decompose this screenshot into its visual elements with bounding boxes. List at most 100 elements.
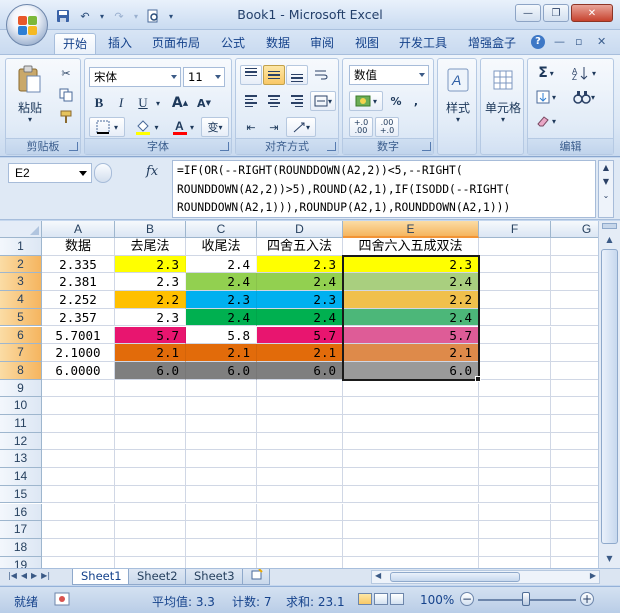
scroll-down-icon[interactable]: ▼: [599, 175, 613, 189]
cell-b11[interactable]: [115, 415, 186, 433]
sort-filter-icon[interactable]: A Z ▾: [564, 63, 604, 83]
align-center-icon[interactable]: [263, 91, 285, 111]
cell-e17[interactable]: [343, 521, 479, 539]
row-header-8[interactable]: 8: [0, 361, 42, 380]
cell-f14[interactable]: [479, 468, 551, 486]
cell-d16[interactable]: [257, 503, 343, 522]
restore-button[interactable]: ❐: [543, 4, 569, 22]
horizontal-scrollbar[interactable]: ◀ ▶: [371, 570, 600, 584]
cell-d7[interactable]: 2.1: [257, 344, 343, 362]
cell-a6[interactable]: 5.7001: [42, 326, 115, 345]
cell-e2[interactable]: 2.3: [343, 255, 479, 274]
cell-c6[interactable]: 5.8: [186, 326, 257, 345]
cell-b17[interactable]: [115, 521, 186, 539]
decrease-decimal-button[interactable]: .00 +.0: [375, 117, 399, 137]
cell-d2[interactable]: 2.3: [257, 255, 343, 274]
cell-g6[interactable]: [551, 327, 598, 345]
cell-a4[interactable]: 2.252: [42, 291, 115, 309]
zoom-out-icon[interactable]: −: [460, 592, 474, 606]
cell-c8[interactable]: 6.0: [186, 361, 257, 380]
office-button[interactable]: [6, 4, 48, 46]
paste-dropdown-icon[interactable]: ▾: [20, 115, 40, 124]
tab-developer[interactable]: 开发工具: [391, 33, 455, 54]
cell-a17[interactable]: [42, 521, 115, 539]
font-color-button[interactable]: A ▾: [167, 117, 199, 137]
cell-d13[interactable]: [257, 450, 343, 469]
cell-c14[interactable]: [186, 468, 257, 486]
tab-home[interactable]: 开始: [54, 33, 97, 54]
zoom-level[interactable]: 100%: [420, 593, 454, 607]
row-header-10[interactable]: 10: [0, 397, 42, 415]
row-header-11[interactable]: 11: [0, 415, 42, 433]
scroll-right-icon[interactable]: ▶: [590, 571, 596, 580]
column-header-e[interactable]: E: [343, 221, 479, 238]
cell-f2[interactable]: [479, 255, 551, 274]
font-size-select[interactable]: 11: [183, 67, 225, 87]
phonetic-button[interactable]: 变 ▾: [201, 117, 229, 137]
cell-g5[interactable]: [551, 309, 598, 327]
cell-g8[interactable]: [551, 362, 598, 380]
styles-button[interactable]: 样式: [438, 99, 478, 116]
cell-g18[interactable]: [551, 539, 598, 557]
cell-g9[interactable]: [551, 380, 598, 398]
row-header-12[interactable]: 12: [0, 432, 42, 451]
cell-b2[interactable]: 2.3: [115, 255, 186, 274]
wrap-text-icon[interactable]: [310, 65, 332, 85]
cell-e12[interactable]: [343, 432, 479, 451]
cell-g4[interactable]: [551, 291, 598, 309]
worksheet-grid[interactable]: A B C D E F G 1 数据 去尾法 收尾法 四舍五入法 四舍六入五成双法 2 2.335 2.3 2.…: [0, 221, 598, 568]
tab-review[interactable]: 审阅: [302, 33, 342, 54]
horizontal-scroll-thumb[interactable]: [390, 572, 520, 582]
name-box[interactable]: E2: [8, 163, 92, 183]
cell-g15[interactable]: [551, 486, 598, 504]
cell-a14[interactable]: [42, 468, 115, 486]
cell-f17[interactable]: [479, 521, 551, 539]
cell-d5[interactable]: 2.4: [257, 308, 343, 327]
cell-c10[interactable]: [186, 397, 257, 415]
cell-d10[interactable]: [257, 397, 343, 415]
cell-b13[interactable]: [115, 450, 186, 469]
minimize-button[interactable]: —: [515, 4, 541, 22]
cut-icon[interactable]: ✂: [56, 63, 76, 83]
cell-a7[interactable]: 2.1000: [42, 344, 115, 362]
tab-enhance-box[interactable]: 增强盒子: [460, 33, 524, 54]
macro-record-icon[interactable]: [54, 592, 70, 609]
row-header-2[interactable]: 2: [0, 255, 42, 274]
row-header-6[interactable]: 6: [0, 326, 42, 345]
cell-e1[interactable]: 四舍六入五成双法: [343, 238, 479, 256]
cell-c9[interactable]: [186, 379, 257, 398]
tab-insert[interactable]: 插入: [100, 33, 140, 54]
cell-f19[interactable]: [479, 556, 551, 568]
cell-d18[interactable]: [257, 538, 343, 557]
cell-a11[interactable]: [42, 415, 115, 433]
clipboard-dialog-launcher[interactable]: [69, 142, 78, 151]
formula-bar-resize-icon[interactable]: [94, 163, 112, 183]
cell-d15[interactable]: [257, 485, 343, 504]
column-header-f[interactable]: F: [479, 221, 551, 238]
cell-f6[interactable]: [479, 326, 551, 345]
cell-g19[interactable]: [551, 557, 598, 568]
number-format-select[interactable]: 数值: [349, 65, 429, 85]
row-header-4[interactable]: 4: [0, 291, 42, 309]
cell-f4[interactable]: [479, 291, 551, 309]
sheet-tab-sheet3[interactable]: Sheet3: [185, 569, 244, 585]
cell-f11[interactable]: [479, 415, 551, 433]
cell-f7[interactable]: [479, 344, 551, 362]
formula-input[interactable]: =IF(OR(--RIGHT(ROUNDDOWN(A2,2))<5,--RIGH…: [172, 160, 596, 218]
fill-handle[interactable]: [475, 375, 481, 382]
fill-color-button[interactable]: ▾: [129, 117, 165, 137]
cell-e18[interactable]: [343, 538, 479, 557]
cell-e6[interactable]: 5.7: [343, 326, 479, 345]
next-sheet-icon[interactable]: ▶: [31, 571, 37, 580]
cell-b18[interactable]: [115, 538, 186, 557]
tab-view[interactable]: 视图: [347, 33, 387, 54]
page-layout-view-icon[interactable]: [374, 593, 388, 605]
cell-e11[interactable]: [343, 415, 479, 433]
cell-a18[interactable]: [42, 538, 115, 557]
cell-a1[interactable]: 数据: [42, 238, 115, 256]
vertical-scroll-thumb[interactable]: [601, 249, 618, 544]
sheet-tab-sheet1[interactable]: Sheet1: [72, 569, 131, 585]
scroll-up-icon[interactable]: ▲: [601, 232, 618, 247]
cell-c15[interactable]: [186, 485, 257, 504]
insert-function-icon[interactable]: fx: [146, 164, 158, 179]
